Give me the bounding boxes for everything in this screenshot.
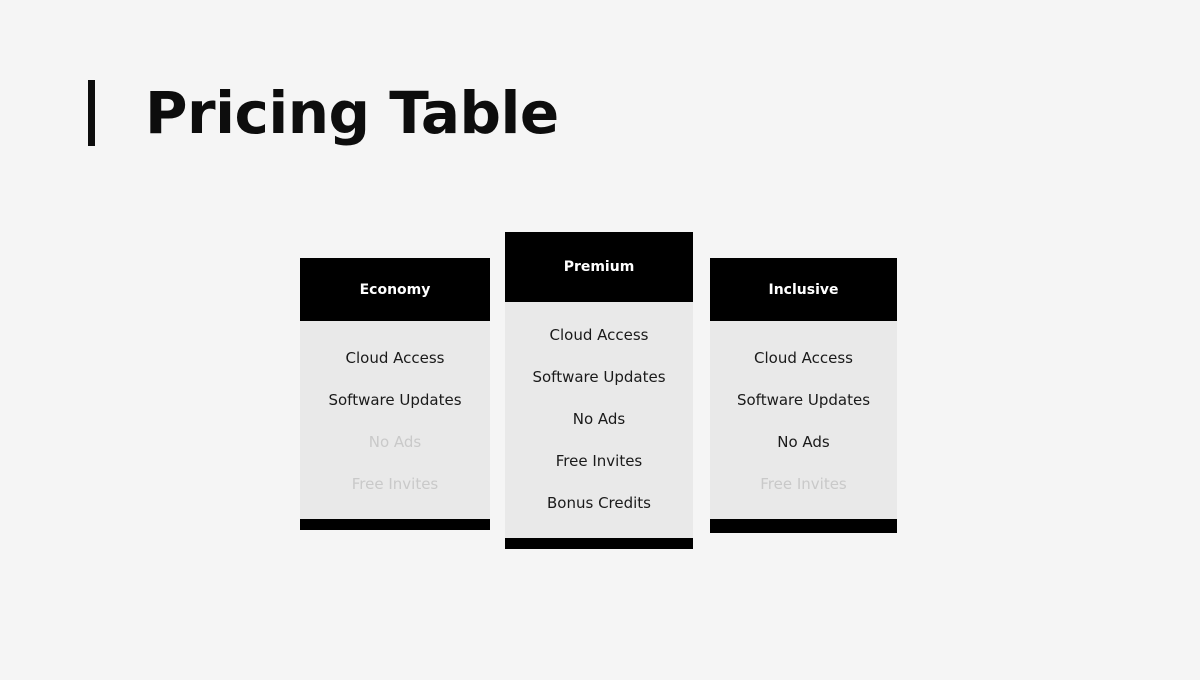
feature-item-disabled: Free Invites [351,475,439,493]
pricing-card-footer-premium[interactable] [505,538,693,549]
feature-item-disabled: Free Invites [760,475,847,493]
pricing-cards-container: Economy Cloud Access Software Updates No… [0,0,1200,680]
feature-item: No Ads [777,433,830,451]
pricing-card-footer-economy[interactable] [300,519,490,530]
pricing-card-inclusive[interactable]: Inclusive Cloud Access Software Updates … [710,258,897,533]
feature-item-disabled: No Ads [368,433,422,451]
pricing-card-footer-inclusive[interactable] [710,519,897,533]
feature-list-inclusive: Cloud Access Software Updates No Ads Fre… [710,321,897,519]
pricing-card-title-premium: Premium [505,232,693,302]
feature-item: Software Updates [736,391,871,409]
feature-item: Free Invites [555,452,643,470]
feature-list-economy: Cloud Access Software Updates No Ads Fre… [300,321,490,519]
pricing-card-economy[interactable]: Economy Cloud Access Software Updates No… [300,258,490,530]
pricing-card-premium[interactable]: Premium Cloud Access Software Updates No… [505,232,693,549]
feature-item: Software Updates [532,368,666,386]
feature-list-premium: Cloud Access Software Updates No Ads Fre… [505,302,693,538]
pricing-card-title-economy: Economy [300,258,490,321]
feature-item: Cloud Access [345,349,445,367]
feature-item: Cloud Access [754,349,853,367]
feature-item: Cloud Access [549,326,649,344]
feature-item: Software Updates [328,391,462,409]
feature-item: No Ads [572,410,626,428]
feature-item: Bonus Credits [547,494,651,512]
pricing-card-title-inclusive: Inclusive [710,258,897,321]
